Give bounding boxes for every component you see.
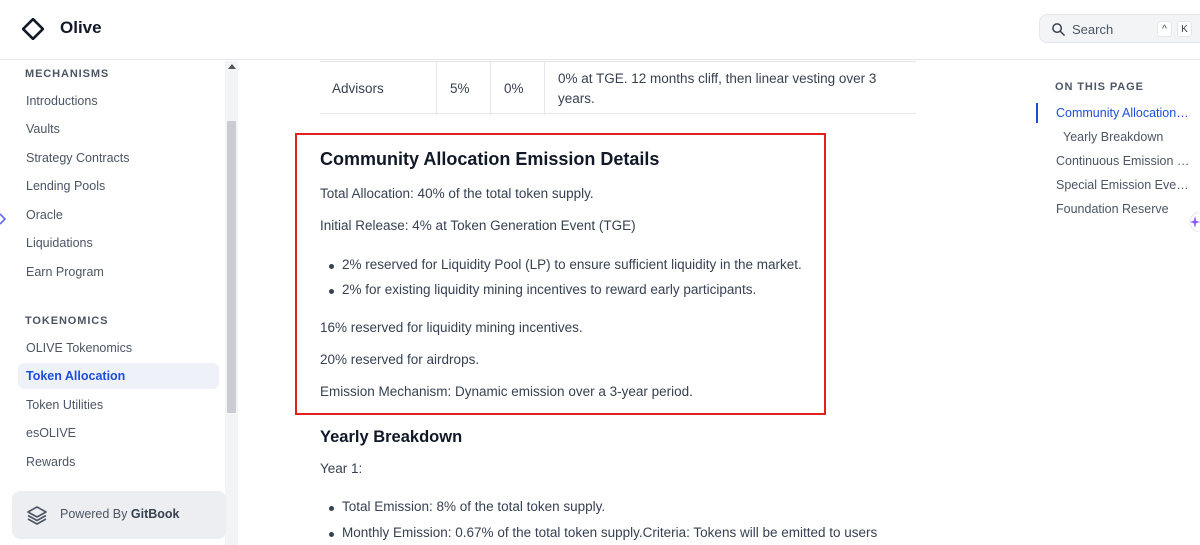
list-item: Total Emission: 8% of the total token su… — [328, 499, 606, 514]
toc-title: ON THIS PAGE — [1055, 81, 1144, 93]
toc-item-continuous-emission[interactable]: Continuous Emission R... — [1056, 154, 1190, 168]
gitbook-icon — [27, 506, 47, 525]
sidebar-item-token-allocation[interactable]: Token Allocation — [18, 363, 219, 389]
advisors-percent: 5% — [450, 81, 470, 96]
ai-sparkle-icon[interactable] — [1186, 212, 1200, 232]
list-item: 2% for existing liquidity mining incenti… — [328, 282, 757, 297]
sidebar-section-tokenomics: TOKENOMICS — [25, 315, 109, 327]
sidebar: MECHANISMS Introductions Vaults Strategy… — [0, 61, 238, 545]
year1-text: Year 1: — [320, 461, 363, 476]
toc-item-yearly-breakdown[interactable]: Yearly Breakdown — [1063, 130, 1190, 144]
list-item: Monthly Emission: 0.67% of the total tok… — [328, 525, 878, 540]
section-heading-community-allocation: Community Allocation Emission Details — [320, 149, 660, 169]
table-cell-name: Advisors — [320, 62, 436, 115]
list-item: 2% reserved for Liquidity Pool (LP) to e… — [329, 257, 802, 272]
sidebar-item-lending-pools[interactable]: Lending Pools — [18, 173, 219, 199]
table-cell-vesting: 0% at TGE. 12 months cliff, then linear … — [544, 62, 916, 115]
toc-active-indicator — [1036, 103, 1038, 123]
emission-mechanism-text: Emission Mechanism: Dynamic emission ove… — [320, 384, 693, 399]
olive-logo-icon[interactable] — [22, 18, 44, 40]
powered-by-label: Powered By GitBook — [60, 507, 180, 521]
brand-name[interactable]: Olive — [60, 18, 102, 38]
advisors-label: Advisors — [332, 81, 384, 96]
powered-by-gitbook[interactable]: Powered By GitBook — [12, 491, 226, 539]
shortcut-key-ctrl: ^ — [1157, 21, 1172, 37]
sidebar-item-liquidations[interactable]: Liquidations — [18, 230, 219, 256]
sidebar-item-olive-tokenomics[interactable]: OLIVE Tokenomics — [18, 335, 219, 361]
vesting-line-1: 0% at TGE. 12 months cliff, then linear … — [558, 71, 877, 86]
toc-item-foundation-reserve[interactable]: Foundation Reserve — [1056, 202, 1190, 216]
sidebar-item-token-utilities[interactable]: Token Utilities — [18, 392, 219, 418]
search-button[interactable]: Search ^ K — [1039, 14, 1200, 43]
initial-release-text: Initial Release: 4% at Token Generation … — [320, 218, 636, 233]
airdrops-text: 20% reserved for airdrops. — [320, 352, 480, 367]
liquidity-mining-text: 16% reserved for liquidity mining incent… — [320, 320, 583, 335]
section-heading-yearly-breakdown: Yearly Breakdown — [320, 428, 463, 446]
sidebar-item-oracle[interactable]: Oracle — [18, 202, 219, 228]
search-label: Search — [1072, 22, 1114, 37]
scrollbar-thumb[interactable] — [227, 121, 236, 413]
sidebar-item-rewards[interactable]: Rewards — [18, 449, 219, 475]
search-icon — [1052, 23, 1065, 36]
sidebar-item-introductions[interactable]: Introductions — [18, 88, 219, 114]
vesting-line-2: years. — [558, 91, 595, 106]
table-cell-percent: 5% — [436, 62, 490, 115]
sidebar-item-earn-program[interactable]: Earn Program — [18, 259, 219, 285]
scroll-up-arrow-icon[interactable] — [228, 64, 236, 69]
highlight-annotation-box — [295, 133, 826, 415]
total-allocation-text: Total Allocation: 40% of the total token… — [320, 186, 594, 201]
sidebar-section-mechanisms: MECHANISMS — [25, 68, 110, 80]
toc-item-special-emission-events[interactable]: Special Emission Events: — [1056, 178, 1190, 192]
sidebar-scrollbar[interactable] — [225, 61, 238, 545]
sidebar-item-vaults[interactable]: Vaults — [18, 116, 219, 142]
top-header: Olive Search ^ K — [0, 0, 1200, 60]
table-cell-tge: 0% — [490, 62, 544, 115]
advisors-tge: 0% — [504, 81, 524, 96]
sidebar-item-strategy-contracts[interactable]: Strategy Contracts — [18, 145, 219, 171]
shortcut-key-k: K — [1177, 21, 1192, 37]
powered-prefix: Powered By — [60, 507, 128, 521]
toc-item-community-allocation[interactable]: Community Allocation ... — [1056, 106, 1190, 120]
table-row: Advisors 5% 0% 0% at TGE. 12 months clif… — [320, 61, 916, 115]
powered-brand: GitBook — [130, 507, 180, 521]
sidebar-item-esolive[interactable]: esOLIVE — [18, 420, 219, 446]
